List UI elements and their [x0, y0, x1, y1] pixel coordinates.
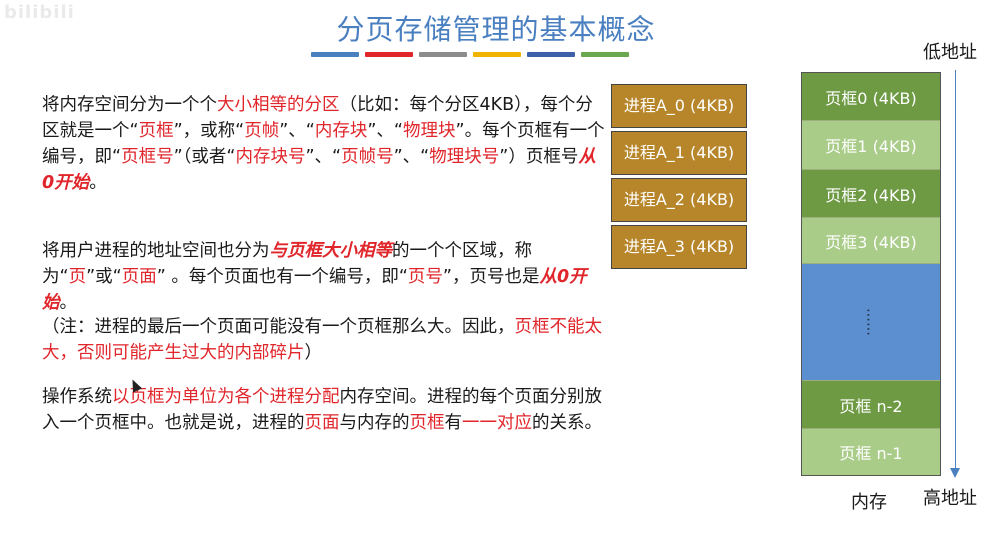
- memory-frame-n-1: 页框 n-1: [802, 429, 940, 475]
- text-span: 页号: [407, 267, 443, 287]
- memory-frame-0: 页框0 (4KB): [802, 73, 940, 121]
- memory-frame-2: 页框2 (4KB): [802, 170, 940, 218]
- text-span: ”，或称“: [173, 121, 245, 141]
- text-span: ”、“: [305, 147, 342, 167]
- process-page-1: 进程A_1 (4KB): [611, 131, 747, 175]
- high-address-label: 高地址: [923, 488, 977, 509]
- text-span: 页框: [138, 121, 174, 141]
- text-span: 一一对应: [462, 413, 532, 433]
- low-address-label: 低地址: [923, 42, 977, 63]
- text-span: ”、“: [367, 121, 403, 141]
- color-bar-segment: [365, 52, 413, 57]
- text-span: 。: [89, 173, 107, 193]
- text-span: ）: [304, 343, 323, 363]
- text-span: 内存块号: [235, 147, 306, 167]
- text-span: 大小相等的分区: [217, 95, 340, 115]
- process-page-3: 进程A_3 (4KB): [611, 225, 747, 269]
- slide-title: 分页存储管理的基本概念: [336, 13, 656, 46]
- text-span: 操作系统: [42, 387, 112, 407]
- text-span: ”（或者“: [173, 147, 236, 167]
- color-bar-segment: [473, 52, 521, 57]
- process-page-0: 进程A_0 (4KB): [611, 84, 747, 128]
- address-axis: [955, 70, 956, 470]
- color-bar-segment: [311, 52, 359, 57]
- text-span: 将用户进程的地址空间也分为: [42, 241, 270, 261]
- memory-frame-3: 页框3 (4KB): [802, 218, 940, 264]
- memory-diagram: 页框0 (4KB) 页框1 (4KB) 页框2 (4KB) 页框3 (4KB) …: [801, 72, 941, 476]
- text-span: 内存块: [314, 121, 368, 141]
- memory-frame-gap: ……: [802, 264, 940, 381]
- text-span: 物理块: [403, 121, 456, 141]
- text-span: 页框: [409, 413, 445, 433]
- color-bar-segment: [581, 52, 629, 57]
- text-span: ”、“: [279, 121, 315, 141]
- ellipsis: ……: [863, 308, 880, 336]
- text-span: ”，页号也是: [442, 267, 540, 287]
- text-span: ”）页框号: [499, 147, 579, 167]
- text-span: 页帧: [244, 121, 280, 141]
- text-span: ” 。每个页面也有一个编号，即“: [156, 267, 408, 287]
- process-page-2: 进程A_2 (4KB): [611, 178, 747, 222]
- text-span: 的关系。: [532, 413, 602, 433]
- color-bar-segment: [527, 52, 575, 57]
- text-span: ”或“: [86, 267, 122, 287]
- text-span: 有: [444, 413, 463, 433]
- memory-frame-1: 页框1 (4KB): [802, 121, 940, 170]
- memory-frame-n-2: 页框 n-2: [802, 381, 940, 429]
- arrow-down-icon: [950, 468, 960, 478]
- text-span: 页帧号: [341, 147, 394, 167]
- paragraph-page-frame: 将内存空间分为一个个大小相等的分区（比如：每个分区4KB），每个分区就是一个“页…: [42, 92, 607, 196]
- color-bar-segment: [419, 52, 467, 57]
- text-span: 页: [68, 267, 87, 287]
- text-span: 物理块号: [429, 147, 500, 167]
- text-span: ”、“: [393, 147, 430, 167]
- title-color-bar: [311, 52, 629, 57]
- memory-label: 内存: [851, 492, 887, 513]
- text-span: 以页框为单位为各个进程分配: [112, 387, 340, 407]
- text-span: 将内存空间分为一个个: [42, 95, 217, 115]
- paragraph-note: （注：进程的最后一个页面可能没有一个页框那么大。因此，页框不能太大，否则可能产生…: [42, 314, 607, 366]
- text-span: 。: [59, 293, 78, 313]
- text-span: 页面: [304, 413, 340, 433]
- paragraph-page: 将用户进程的地址空间也分为与页框大小相等的一个个区域，称为“页”或“页面” 。每…: [42, 238, 607, 316]
- text-span: 页框号: [121, 147, 174, 167]
- text-span: 页面: [121, 267, 157, 287]
- text-span: 与内存的: [339, 413, 410, 433]
- paragraph-allocation: 操作系统以页框为单位为各个进程分配内存空间。进程的每个页面分别放入一个页框中。也…: [42, 384, 607, 436]
- text-span: 与页框大小相等: [269, 241, 393, 261]
- text-span: （注：进程的最后一个页面可能没有一个页框那么大。因此，: [42, 317, 515, 337]
